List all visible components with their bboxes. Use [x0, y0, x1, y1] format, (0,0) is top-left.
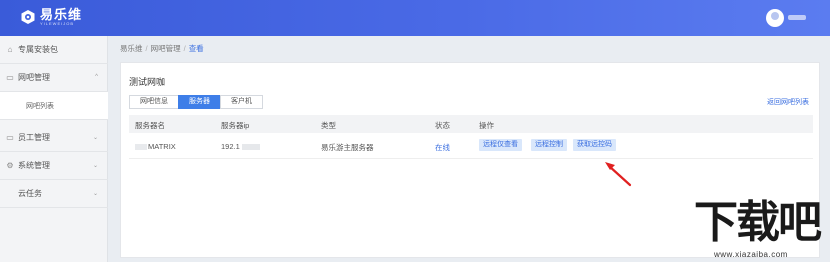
- redacted-text: [241, 144, 260, 151]
- chevron-up-icon: ^: [95, 74, 98, 80]
- tab-bar: 网吧信息 服务器 客户机: [129, 95, 263, 109]
- column-header: 服务器名: [135, 121, 165, 130]
- table-header: 服务器名 服务器ip 类型 状态 操作: [129, 115, 813, 133]
- sidebar: ⌂ 专属安装包 ▭ 网吧管理 ^ 网吧列表 ▭ 员工管理 ⌄ ⚙ 系统管理 ⌄ …: [0, 36, 108, 262]
- sidebar-item-label: 员工管理: [18, 133, 50, 142]
- server-name-cell: MATRIX: [135, 142, 176, 151]
- user-avatar[interactable]: [766, 9, 784, 27]
- column-header: 状态: [435, 121, 450, 130]
- sidebar-item-label: 系统管理: [18, 161, 50, 170]
- breadcrumb-item[interactable]: 易乐维: [120, 44, 143, 53]
- user-icon: ▭: [6, 132, 14, 142]
- logo-subtext: YILEWEIJOB: [40, 21, 75, 26]
- card-title: 测试网咖: [129, 77, 166, 87]
- sidebar-item-system-management[interactable]: ⚙ 系统管理 ⌄: [0, 152, 108, 180]
- table-row: MATRIX 192.1 易乐游主服务器 在线 远程仅查看 远程控制 获取远控码: [129, 133, 813, 159]
- sidebar-item-label: 云任务: [18, 189, 42, 198]
- breadcrumb-item[interactable]: 网吧管理: [151, 44, 181, 53]
- get-remote-code-button[interactable]: 获取远控码: [573, 139, 616, 151]
- watermark-logo: 下载吧 www.xiazaiba.com: [690, 200, 830, 262]
- breadcrumb-current: 查看: [188, 44, 204, 53]
- server-ip-cell: 192.1: [221, 142, 260, 151]
- app-logo[interactable]: 易乐维 YILEWEIJOB: [20, 8, 82, 26]
- sidebar-item-netcafe-management[interactable]: ▭ 网吧管理 ^: [0, 64, 108, 92]
- sidebar-item-netcafe-list[interactable]: 网吧列表: [0, 92, 108, 120]
- sidebar-item-label: 专属安装包: [18, 45, 58, 54]
- home-icon: ⌂: [7, 44, 13, 54]
- chevron-down-icon: ⌄: [92, 135, 98, 141]
- top-header-bar: 易乐维 YILEWEIJOB: [0, 0, 830, 36]
- column-header: 服务器ip: [221, 121, 250, 130]
- chevron-down-icon: ⌄: [92, 191, 98, 197]
- logo-icon: [21, 10, 35, 24]
- watermark-text: 下载吧: [694, 198, 822, 247]
- remote-view-only-button[interactable]: 远程仅查看: [479, 139, 522, 151]
- annotation-arrow-icon: [605, 162, 632, 187]
- redacted-text: [135, 144, 147, 151]
- tab-clients[interactable]: 客户机: [220, 95, 263, 109]
- chevron-down-icon: ⌄: [92, 163, 98, 169]
- breadcrumb: 易乐维 / 网吧管理 / 查看: [120, 44, 204, 53]
- sidebar-item-install-package[interactable]: ⌂ 专属安装包: [0, 36, 108, 64]
- status-badge: 在线: [435, 143, 450, 152]
- logo-text: 易乐维: [40, 7, 83, 22]
- sidebar-item-cloud-task[interactable]: 云任务 ⌄: [0, 180, 108, 208]
- user-name-blurred[interactable]: [788, 15, 806, 20]
- monitor-icon: ▭: [6, 72, 14, 82]
- sidebar-item-label: 网吧列表: [26, 102, 54, 110]
- gear-icon: ⚙: [6, 160, 14, 170]
- column-header: 操作: [479, 121, 494, 130]
- server-type-cell: 易乐游主服务器: [321, 143, 374, 152]
- tab-netcafe-info[interactable]: 网吧信息: [129, 95, 179, 109]
- sidebar-item-staff-management[interactable]: ▭ 员工管理 ⌄: [0, 124, 108, 152]
- return-to-list-link[interactable]: 返回网吧列表: [767, 97, 809, 107]
- tab-servers[interactable]: 服务器: [178, 95, 221, 109]
- sidebar-item-label: 网吧管理: [18, 73, 50, 82]
- remote-control-button[interactable]: 远程控制: [531, 139, 567, 151]
- column-header: 类型: [321, 121, 336, 130]
- watermark-url: www.xiazaiba.com: [714, 250, 788, 259]
